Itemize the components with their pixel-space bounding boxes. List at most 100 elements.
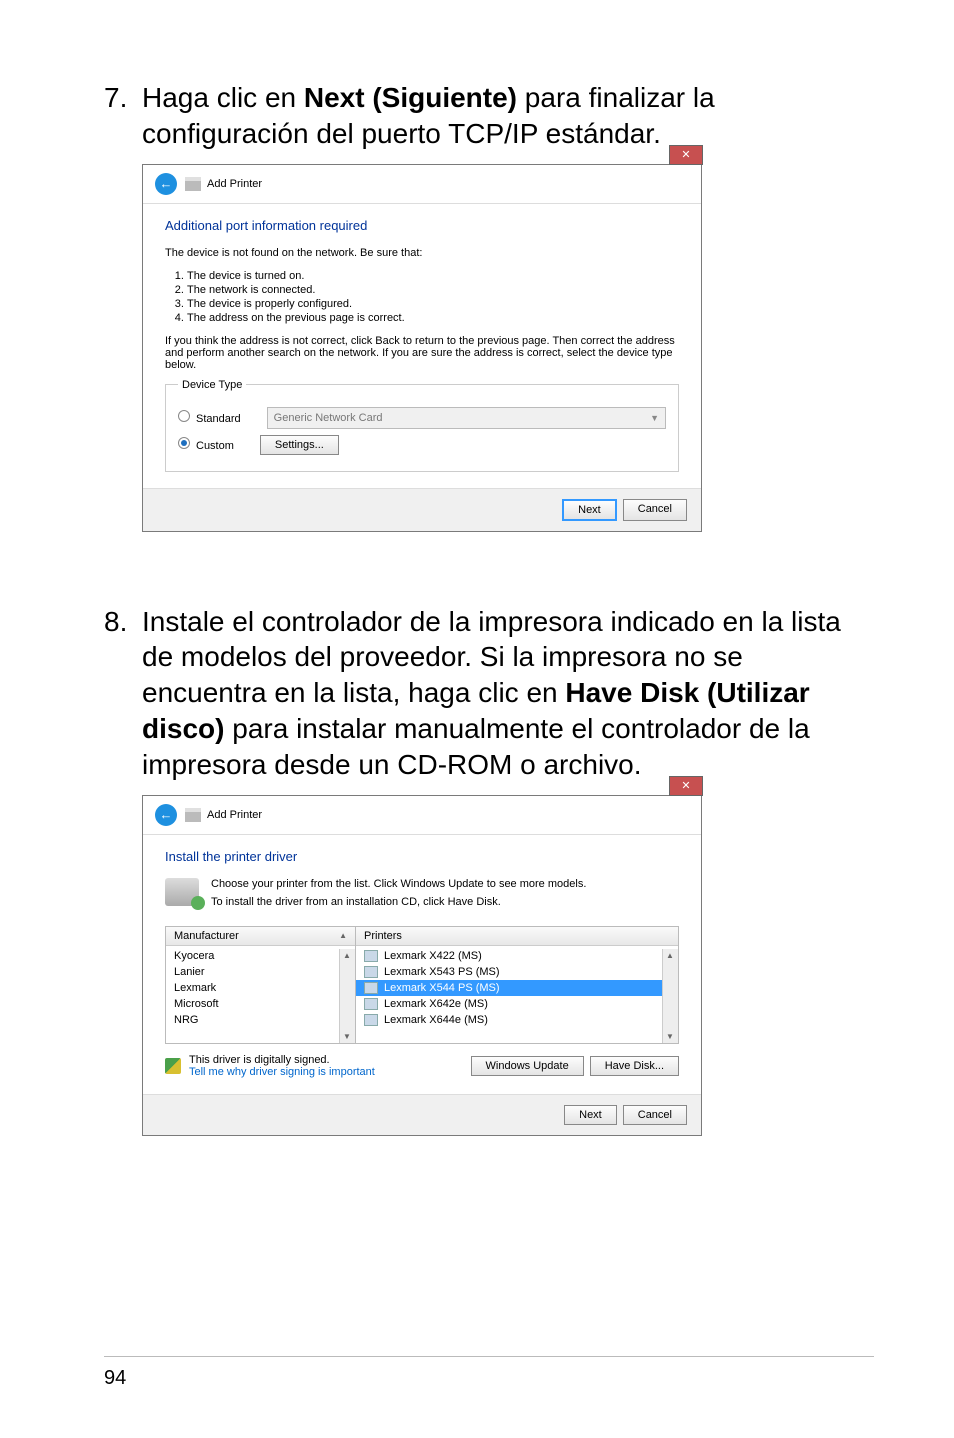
standard-row: Standard Generic Network Card ▼ xyxy=(178,407,666,429)
list-item[interactable]: Lexmark X644e (MS) xyxy=(356,1012,678,1028)
device-type-combo[interactable]: Generic Network Card ▼ xyxy=(267,407,666,429)
combo-value: Generic Network Card xyxy=(274,412,383,424)
printer-label: Lexmark X422 (MS) xyxy=(384,950,482,962)
step-7-bold: Next (Siguiente) xyxy=(304,82,517,113)
step-7-text: Haga clic en Next (Siguiente) para final… xyxy=(142,80,874,152)
list-item[interactable]: Lexmark xyxy=(166,980,355,996)
list-item[interactable]: NRG xyxy=(166,1012,355,1028)
info-line: The device is not found on the network. … xyxy=(165,247,679,259)
step-8-after: para instalar manualmente el controlador… xyxy=(142,713,810,780)
bullet-2: The network is connected. xyxy=(187,283,679,297)
choose-text: Choose your printer from the list. Click… xyxy=(211,878,586,908)
radio-standard-label: Standard xyxy=(196,413,241,425)
driver-list-area: Manufacturer ▲ Kyocera Lanier Lexmark Mi… xyxy=(165,926,679,1044)
list-item[interactable]: Lanier xyxy=(166,964,355,980)
step-7-before: Haga clic en xyxy=(142,82,304,113)
bullet-list: The device is turned on. The network is … xyxy=(187,269,679,325)
list-item[interactable]: Lexmark X642e (MS) xyxy=(356,996,678,1012)
dialog-2-section-title: Install the printer driver xyxy=(165,849,679,864)
close-button[interactable]: ✕ xyxy=(669,145,703,165)
list-item[interactable]: Lexmark X543 PS (MS) xyxy=(356,964,678,980)
install-driver-icon xyxy=(165,878,199,906)
close-icon: ✕ xyxy=(681,148,690,161)
list-item[interactable]: Lexmark X422 (MS) xyxy=(356,948,678,964)
cancel-button[interactable]: Cancel xyxy=(623,1105,687,1125)
cancel-button[interactable]: Cancel xyxy=(623,499,687,521)
choose-line-1: Choose your printer from the list. Click… xyxy=(211,878,586,890)
windows-update-button[interactable]: Windows Update xyxy=(471,1056,584,1076)
list-item[interactable]: Microsoft xyxy=(166,996,355,1012)
add-printer-dialog-2: ✕ ← Add Printer Install the printer driv… xyxy=(142,795,702,1136)
footer-rule xyxy=(104,1356,874,1357)
printer-model-icon xyxy=(364,982,378,994)
dialog-2-title: Add Printer xyxy=(207,809,262,821)
radio-custom-label: Custom xyxy=(196,440,234,452)
dialog-1-title: Add Printer xyxy=(207,178,262,190)
scrollbar[interactable] xyxy=(662,949,678,1043)
dialog-1-section-title: Additional port information required xyxy=(165,218,679,233)
close-button-2[interactable]: ✕ xyxy=(669,776,703,796)
back-icon[interactable]: ← xyxy=(155,804,177,826)
settings-button[interactable]: Settings... xyxy=(260,435,339,455)
back-icon[interactable]: ← xyxy=(155,173,177,195)
bullet-3: The device is properly configured. xyxy=(187,297,679,311)
printers-header[interactable]: Printers xyxy=(356,927,678,946)
signed-row: This driver is digitally signed. Tell me… xyxy=(165,1054,679,1078)
manufacturer-header[interactable]: Manufacturer ▲ xyxy=(166,927,355,946)
add-printer-dialog-1: ✕ ← Add Printer Additional port informat… xyxy=(142,164,702,532)
manufacturer-label: Microsoft xyxy=(174,998,219,1010)
close-icon: ✕ xyxy=(681,779,690,792)
list-item[interactable]: Lexmark X544 PS (MS) xyxy=(356,980,678,996)
printer-model-icon xyxy=(364,1014,378,1026)
manufacturer-items: Kyocera Lanier Lexmark Microsoft NRG xyxy=(166,946,355,1030)
chevron-down-icon: ▼ xyxy=(650,413,659,423)
printer-model-icon xyxy=(364,950,378,962)
dialog-2-container: ✕ ← Add Printer Install the printer driv… xyxy=(142,795,874,1136)
choose-row: Choose your printer from the list. Click… xyxy=(165,878,679,908)
manufacturer-label: Kyocera xyxy=(174,950,214,962)
dialog-2-footer: Next Cancel xyxy=(143,1094,701,1135)
shield-icon xyxy=(165,1058,181,1074)
dialog-2-header: ← Add Printer xyxy=(143,796,701,835)
device-type-legend: Device Type xyxy=(178,379,246,391)
signed-text-block: This driver is digitally signed. Tell me… xyxy=(189,1054,375,1078)
manufacturer-label: Lexmark xyxy=(174,982,216,994)
printers-header-label: Printers xyxy=(364,930,402,942)
custom-row: Custom Settings... xyxy=(178,435,666,455)
info-paragraph: If you think the address is not correct,… xyxy=(165,335,679,371)
next-button[interactable]: Next xyxy=(562,499,617,521)
sort-up-icon: ▲ xyxy=(339,931,347,940)
list-item[interactable]: Kyocera xyxy=(166,948,355,964)
dialog-1-body: Additional port information required The… xyxy=(143,204,701,488)
page-number: 94 xyxy=(104,1367,874,1390)
bullet-4: The address on the previous page is corr… xyxy=(187,311,679,325)
printer-model-icon xyxy=(364,966,378,978)
radio-standard[interactable]: Standard xyxy=(178,410,241,425)
printer-items: Lexmark X422 (MS) Lexmark X543 PS (MS) L… xyxy=(356,946,678,1030)
manufacturer-label: NRG xyxy=(174,1014,198,1026)
dialog-1-footer: Next Cancel xyxy=(143,488,701,531)
step-8-number: 8. xyxy=(104,604,142,640)
have-disk-button[interactable]: Have Disk... xyxy=(590,1056,679,1076)
page-content: 7. Haga clic en Next (Siguiente) para fi… xyxy=(0,0,954,1136)
step-7: 7. Haga clic en Next (Siguiente) para fi… xyxy=(104,80,874,532)
step-8-text: Instale el controlador de la impresora i… xyxy=(142,604,874,783)
radio-custom[interactable]: Custom xyxy=(178,437,234,452)
scrollbar[interactable] xyxy=(339,949,355,1043)
signed-text: This driver is digitally signed. xyxy=(189,1054,375,1066)
printers-column: Printers Lexmark X422 (MS) Lexmark X543 … xyxy=(356,927,678,1043)
printer-label: Lexmark X544 PS (MS) xyxy=(384,982,500,994)
dialog-1-header: ← Add Printer xyxy=(143,165,701,204)
page-footer: 94 xyxy=(0,1356,954,1390)
printer-icon xyxy=(185,177,201,191)
step-7-number: 7. xyxy=(104,80,142,116)
bullet-1: The device is turned on. xyxy=(187,269,679,283)
device-type-fieldset: Device Type Standard Generic Network Car… xyxy=(165,379,679,472)
printer-icon xyxy=(185,808,201,822)
manufacturer-label: Lanier xyxy=(174,966,205,978)
printer-label: Lexmark X543 PS (MS) xyxy=(384,966,500,978)
next-button[interactable]: Next xyxy=(564,1105,617,1125)
signing-link[interactable]: Tell me why driver signing is important xyxy=(189,1066,375,1078)
printer-label: Lexmark X644e (MS) xyxy=(384,1014,488,1026)
manufacturer-header-label: Manufacturer xyxy=(174,930,239,942)
